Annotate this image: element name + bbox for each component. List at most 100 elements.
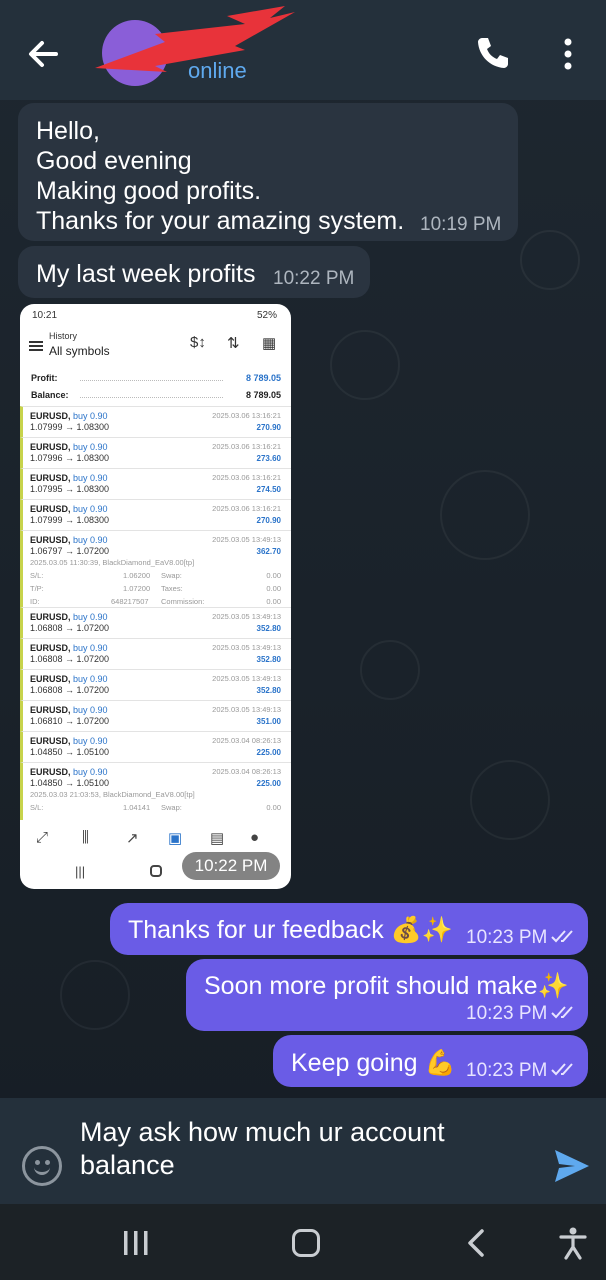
trade-open-info: 2025.03.05 11:30:39, BlackDiamond_EaV8.0… <box>30 558 195 567</box>
trade-side: buy 0.90 <box>73 535 108 545</box>
trade-side: buy 0.90 <box>73 736 108 746</box>
trade-row: EURUSD, buy 0.90 1.06808 → 1.07200 2025.… <box>20 669 291 700</box>
background-doodle <box>470 760 550 840</box>
message-input[interactable]: May ask how much ur account balance <box>80 1116 520 1182</box>
message-time: 10:23 PM <box>466 927 548 948</box>
trade-symbol: EURUSD, <box>30 767 71 777</box>
read-receipt-icon <box>551 930 573 943</box>
trade-row: EURUSD, buy 0.90 1.04850 → 1.05100 2025.… <box>20 731 291 762</box>
commission-value: 0.00 <box>266 597 281 606</box>
phone-call-icon[interactable] <box>474 34 512 72</box>
trade-prices: 1.06808 → 1.07200 <box>30 623 110 633</box>
trade-profit: 351.00 <box>256 717 281 726</box>
trade-symbol: EURUSD, <box>30 736 71 746</box>
profit-value: 8 789.05 <box>245 373 281 383</box>
trade-date: 2025.03.05 13:49:13 <box>212 535 281 544</box>
outgoing-message[interactable]: Soon more profit should make✨ 10:23 PM <box>186 959 588 1031</box>
screenshot-filter-label: All symbols <box>49 344 110 358</box>
outgoing-message[interactable]: Thanks for ur feedback 💰✨ 10:23 PM <box>110 903 588 955</box>
trade-history-list: EURUSD, buy 0.90 1.07999 → 1.08300 2025.… <box>20 406 291 820</box>
trade-row: EURUSD, buy 0.90 1.06808 → 1.07200 2025.… <box>20 607 291 638</box>
trade-row: EURUSD, buy 0.90 1.06808 → 1.07200 2025.… <box>20 638 291 669</box>
background-doodle <box>360 640 420 700</box>
currency-sort-icon: $↕ <box>190 334 206 351</box>
redaction-mark <box>95 6 295 72</box>
trade-date: 2025.03.06 13:16:21 <box>212 504 281 513</box>
more-options-icon[interactable] <box>556 34 580 74</box>
incoming-message[interactable]: Hello, Good evening Making good profits.… <box>18 103 518 241</box>
trade-profit: 270.90 <box>256 516 281 525</box>
trade-side: buy 0.90 <box>73 504 108 514</box>
news-icon: ▤ <box>210 830 225 847</box>
trade-side: buy 0.90 <box>73 411 108 421</box>
background-doodle <box>440 470 530 560</box>
trade-prices: 1.07999 → 1.08300 <box>30 422 110 432</box>
message-text: Thanks for ur feedback 💰✨ <box>128 916 453 944</box>
calendar-icon: ▦ <box>262 335 277 352</box>
trade-prices: 1.07995 → 1.08300 <box>30 484 110 494</box>
send-icon[interactable] <box>553 1148 591 1184</box>
dotted-leader <box>80 397 223 398</box>
trade-row: EURUSD, buy 0.90 1.07996 → 1.08300 2025.… <box>20 437 291 468</box>
trade-symbol: EURUSD, <box>30 411 71 421</box>
trade-side: buy 0.90 <box>73 473 108 483</box>
message-text: Soon more profit should make✨ <box>204 972 569 1000</box>
trade-arrows-icon: ⤢ <box>36 829 49 846</box>
trade-date: 2025.03.05 13:49:13 <box>212 705 281 714</box>
taxes-value: 0.00 <box>266 584 281 593</box>
sl-label: S/L: <box>30 571 44 580</box>
trade-symbol: EURUSD, <box>30 674 71 684</box>
back-arrow-icon[interactable] <box>22 34 66 74</box>
commission-label: Commission: <box>161 597 205 606</box>
trade-side: buy 0.90 <box>73 643 108 653</box>
trade-row: EURUSD, buy 0.90 1.07999 → 1.08300 2025.… <box>20 499 291 530</box>
background-doodle <box>330 330 400 400</box>
trade-open-info: 2025.03.03 21:03:53, BlackDiamond_EaV8.0… <box>30 790 195 799</box>
screenshot-history-label: History <box>49 331 78 341</box>
dotted-leader <box>80 380 223 381</box>
trade-date: 2025.03.04 08:26:13 <box>212 736 281 745</box>
chart-line-icon: ↗ <box>126 830 139 847</box>
taxes-label: Taxes: <box>161 584 183 593</box>
recent-apps-icon[interactable] <box>123 1230 149 1256</box>
sl-label: S/L: <box>30 803 44 812</box>
chat-header <box>0 0 606 100</box>
trade-prices: 1.06797 → 1.07200 <box>30 546 110 556</box>
trade-side: buy 0.90 <box>73 442 108 452</box>
trade-symbol: EURUSD, <box>30 705 71 715</box>
accessibility-icon[interactable] <box>558 1226 588 1260</box>
profit-label: Profit: <box>31 373 58 383</box>
trade-date: 2025.03.06 13:16:21 <box>212 411 281 420</box>
chat-icon: ● <box>250 829 260 846</box>
image-time: 10:22 PM <box>182 852 280 880</box>
trade-side: buy 0.90 <box>73 612 108 622</box>
background-doodle <box>60 960 130 1030</box>
home-button-icon[interactable] <box>292 1229 320 1257</box>
trade-side: buy 0.90 <box>73 705 108 715</box>
trade-side: buy 0.90 <box>73 767 108 777</box>
trade-profit: 225.00 <box>256 748 281 757</box>
hamburger-menu-icon <box>29 341 43 351</box>
trade-side: buy 0.90 <box>73 674 108 684</box>
read-receipt-icon <box>551 1063 573 1076</box>
trade-date: 2025.03.06 13:16:21 <box>212 473 281 482</box>
trade-profit: 352.80 <box>256 624 281 633</box>
sort-arrows-icon: ⇅ <box>227 335 240 352</box>
balance-label: Balance: <box>31 390 69 400</box>
trade-row-partial: EURUSD, buy 0.90 1.04850 → 1.05100 2025.… <box>20 762 291 820</box>
read-receipt-icon <box>551 1006 573 1019</box>
trade-prices: 1.07996 → 1.08300 <box>30 453 110 463</box>
outgoing-message[interactable]: Keep going 💪 10:23 PM <box>273 1035 588 1087</box>
back-nav-icon[interactable] <box>466 1228 486 1258</box>
emoji-icon[interactable] <box>22 1146 62 1186</box>
tp-label: T/P: <box>30 584 44 593</box>
sl-value: 1.06200 <box>123 571 151 580</box>
recents-icon: ||| <box>75 864 86 879</box>
message-text: Keep going 💪 <box>291 1049 456 1077</box>
trade-profit: 270.90 <box>256 423 281 432</box>
trade-profit: 352.80 <box>256 655 281 664</box>
trade-profit: 352.80 <box>256 686 281 695</box>
incoming-message[interactable]: My last week profits 10:22 PM <box>18 246 370 298</box>
image-message[interactable]: 10:21 52% History All symbols $↕ ⇅ ▦ Pro… <box>20 304 291 889</box>
trade-profit: 225.00 <box>256 779 281 788</box>
